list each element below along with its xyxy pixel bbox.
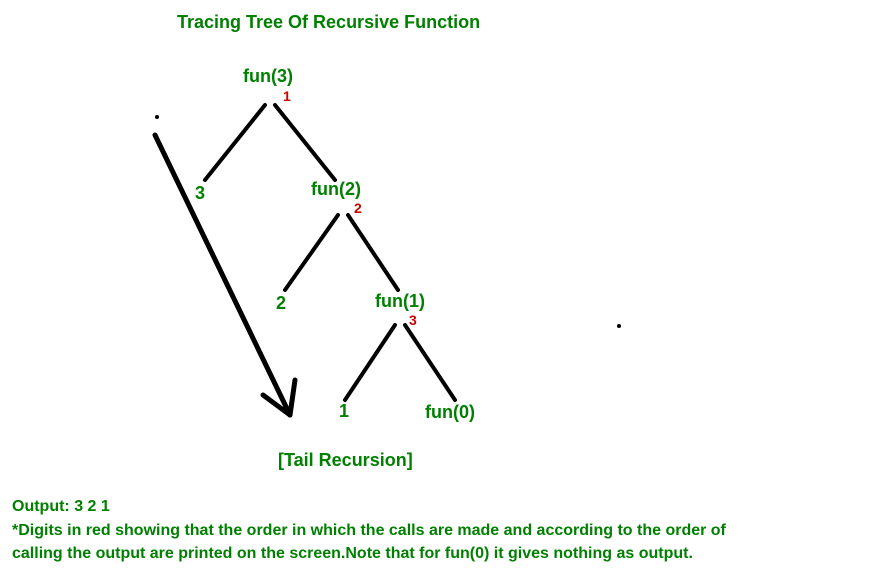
node-fun2: fun(2) xyxy=(311,179,361,200)
subtitle-tail-recursion: [Tail Recursion] xyxy=(278,450,413,471)
output-text: Output: 3 2 1 xyxy=(12,498,110,516)
order-1: 1 xyxy=(283,88,291,104)
node-leaf3: 3 xyxy=(195,183,205,204)
stray-dot-2 xyxy=(617,324,621,328)
stray-dot-1 xyxy=(155,115,159,119)
note-line-2: calling the output are printed on the sc… xyxy=(12,543,693,565)
node-fun0: fun(0) xyxy=(425,402,475,423)
note-line-1: *Digits in red showing that the order in… xyxy=(12,520,726,542)
order-2: 2 xyxy=(354,200,362,216)
tree-svg xyxy=(0,0,879,574)
node-fun1: fun(1) xyxy=(375,291,425,312)
node-leaf1: 1 xyxy=(339,401,349,422)
order-3: 3 xyxy=(409,312,417,328)
node-fun3: fun(3) xyxy=(243,66,293,87)
node-leaf2: 2 xyxy=(276,293,286,314)
